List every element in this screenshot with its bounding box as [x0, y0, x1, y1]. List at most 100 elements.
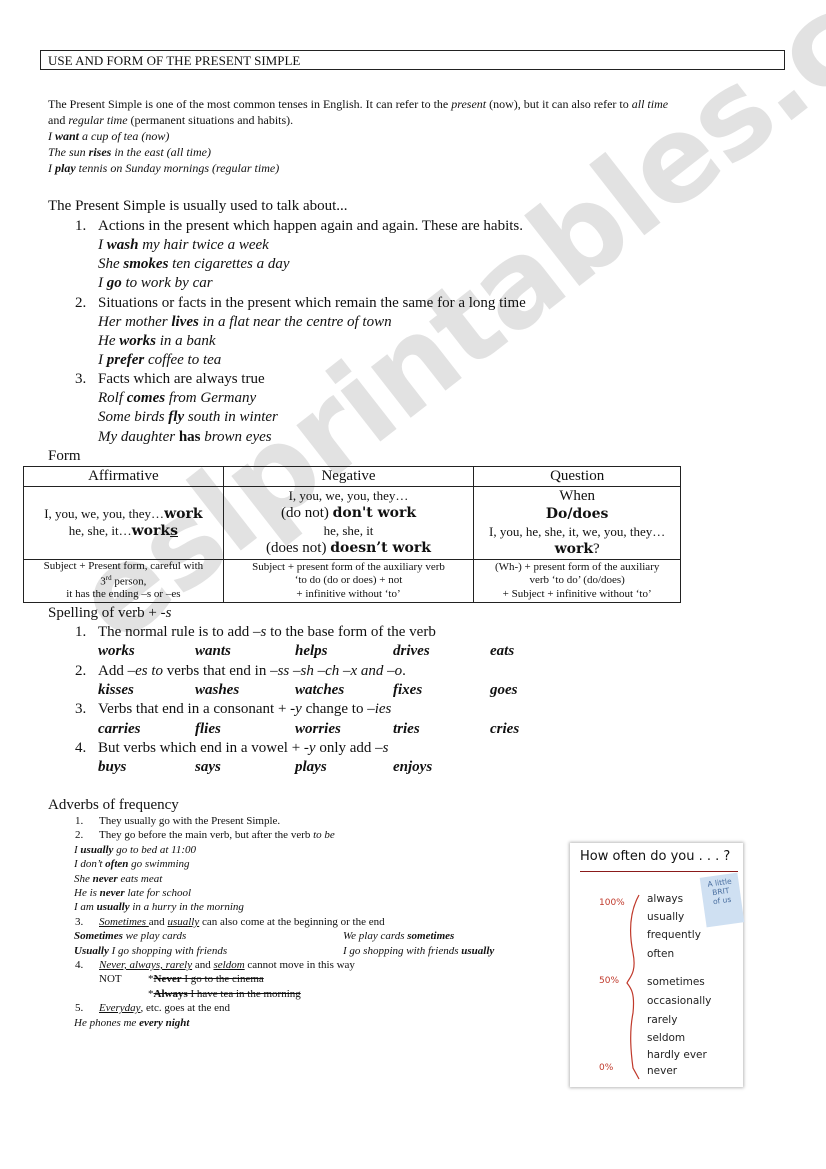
text-segment: Everyday: [99, 1002, 141, 1015]
note-line: + infinitive without ‘to’: [296, 587, 401, 600]
example-verb: drives: [393, 643, 430, 660]
table-header-row: Affirmative Negative Question: [23, 466, 681, 487]
text-segment: ten cigarettes a day: [168, 256, 290, 273]
text-segment: seldom: [213, 959, 245, 971]
text-segment: verbs that end in: [163, 662, 271, 679]
adverb-rule: Everyday, etc. goes at the end: [99, 1002, 230, 1014]
example-sentence: He works in a bank: [98, 333, 216, 350]
text-segment: –s: [252, 624, 267, 640]
percent-100: 100%: [599, 898, 625, 908]
spelling-rule: The normal rule is to add –s to the base…: [98, 624, 436, 641]
emphasized-word: lives: [171, 313, 199, 330]
text-segment: I: [98, 352, 107, 368]
example-sentence: Sometimes we play cards: [74, 930, 186, 942]
adverb-rule: Sometimes and usually can also come at t…: [99, 916, 385, 928]
intro-example: I want a cup of tea (now): [48, 129, 169, 144]
example-sentence: I prefer coffee to tea: [98, 352, 221, 369]
adverb-rule: They usually go with the Present Simple.: [99, 815, 280, 827]
affirmative-cell: I, you, we, you, they…work he, she, it…w…: [23, 486, 224, 560]
how-often-image: How often do you . . . ? A little BRIT o…: [570, 843, 745, 1087]
text-segment: -y: [290, 701, 302, 718]
rule-number: 2.: [75, 662, 87, 679]
frequency-word: never: [647, 1065, 678, 1077]
uses-heading: The Present Simple is usually used to ta…: [48, 198, 348, 214]
text-segment: She: [74, 872, 93, 885]
incorrect-example: *Always I have tea in the morning: [148, 988, 301, 1000]
verb-suffix: s: [170, 523, 178, 539]
adverb-rule: Never, always, rarely and seldom cannot …: [99, 959, 355, 971]
text-segment: in the east (all time): [111, 145, 211, 159]
text-segment: –ies: [367, 701, 392, 718]
incorrect-example: *Never I go to the cinema: [148, 973, 264, 985]
text-segment: go to bed at 11:00: [113, 843, 197, 856]
text-segment: The Present Simple is one of the most co…: [48, 97, 452, 111]
example-verb: plays: [295, 759, 327, 776]
item-number: 1.: [75, 218, 87, 234]
text-segment: go swimming: [128, 858, 190, 871]
text-segment: I am: [74, 901, 97, 914]
example-sentence: I go to work by car: [98, 275, 213, 292]
header-negative: Negative: [222, 466, 475, 487]
stamp-logo: A little BRIT of us: [699, 872, 745, 928]
emphasized-word: usually: [80, 843, 114, 856]
text-segment: He phones me: [74, 1016, 140, 1029]
text-segment: –es to: [127, 662, 164, 679]
text-segment: -s: [160, 605, 172, 621]
emphasized-word: never: [92, 872, 118, 885]
text-segment: present: [451, 97, 487, 111]
text-segment: Never, always, rarely: [99, 959, 193, 971]
text-segment: late for school: [124, 887, 192, 899]
frequency-word: often: [647, 948, 675, 960]
emphasized-word: often: [105, 858, 129, 871]
subject-list: he, she, it: [323, 523, 374, 538]
text-segment: They usually go with the Present Simple.: [99, 815, 281, 827]
emphasized-word: smokes: [123, 256, 169, 273]
example-verb: watches: [295, 681, 345, 698]
table-row: Subject + Present form, careful with 3rd…: [23, 559, 681, 603]
subject-list: I, you, we, you, they…: [44, 505, 165, 521]
text-segment: Sometimes: [99, 915, 149, 928]
note-line: Subject + Present form, careful with: [43, 560, 204, 573]
adverbs-heading: Adverbs of frequency: [48, 797, 179, 813]
text-segment: The sun: [48, 145, 89, 159]
example-verb: worries: [295, 720, 341, 737]
form-heading: Form: [48, 448, 81, 464]
subject-list: I, you, we, you, they…: [288, 488, 409, 503]
text-segment: change to: [301, 701, 368, 718]
text-segment: south in winter: [184, 409, 278, 426]
spelling-rule: Verbs that end in a consonant + -y chang…: [98, 701, 391, 718]
verb: work: [164, 505, 203, 522]
image-title: How often do you . . . ?: [580, 849, 731, 864]
text-segment: , etc. goes at the end: [140, 1002, 231, 1015]
item-number: 3.: [75, 915, 84, 928]
question-note: (Wh-) + present form of the auxiliary ve…: [473, 559, 681, 603]
example-verb: fixes: [393, 681, 423, 698]
text-segment: I go shopping with friends: [343, 944, 462, 957]
note-line: verb ‘to do’ (do/does): [529, 574, 625, 587]
emphasized-word: Always: [153, 987, 188, 1000]
text-segment: Add: [98, 662, 128, 679]
verb: don't work: [332, 505, 417, 522]
text-segment: Some birds: [98, 409, 169, 426]
text-segment: usually: [167, 915, 200, 928]
subject-list: he, she, it…: [68, 523, 132, 538]
text-segment: He is: [74, 887, 100, 899]
frequency-word: rarely: [647, 1014, 678, 1026]
text-segment: My daughter: [98, 428, 179, 445]
example-sentence: She smokes ten cigarettes a day: [98, 256, 290, 273]
emphasized-word: prefer: [106, 352, 145, 368]
emphasized-word: usually: [461, 944, 495, 957]
rule-number: 3.: [75, 701, 87, 718]
emphasized-word: works: [119, 332, 156, 349]
text-segment: Rolf: [98, 390, 127, 407]
verb: doesn’t work: [330, 540, 431, 557]
example-sentence: Rolf comes from Germany: [98, 390, 256, 407]
text-segment: a cup of tea (now): [79, 129, 170, 143]
negative-note: Subject + present form of the auxiliary …: [222, 559, 475, 603]
emphasized-word: Never: [153, 973, 182, 986]
text-segment: We play cards: [343, 930, 408, 943]
text-segment: I go shopping with friends: [108, 944, 228, 957]
example-sentence: My daughter has brown eyes: [98, 429, 272, 446]
text-segment: cannot move in this way: [244, 959, 355, 971]
text-segment: regular time: [68, 113, 128, 127]
